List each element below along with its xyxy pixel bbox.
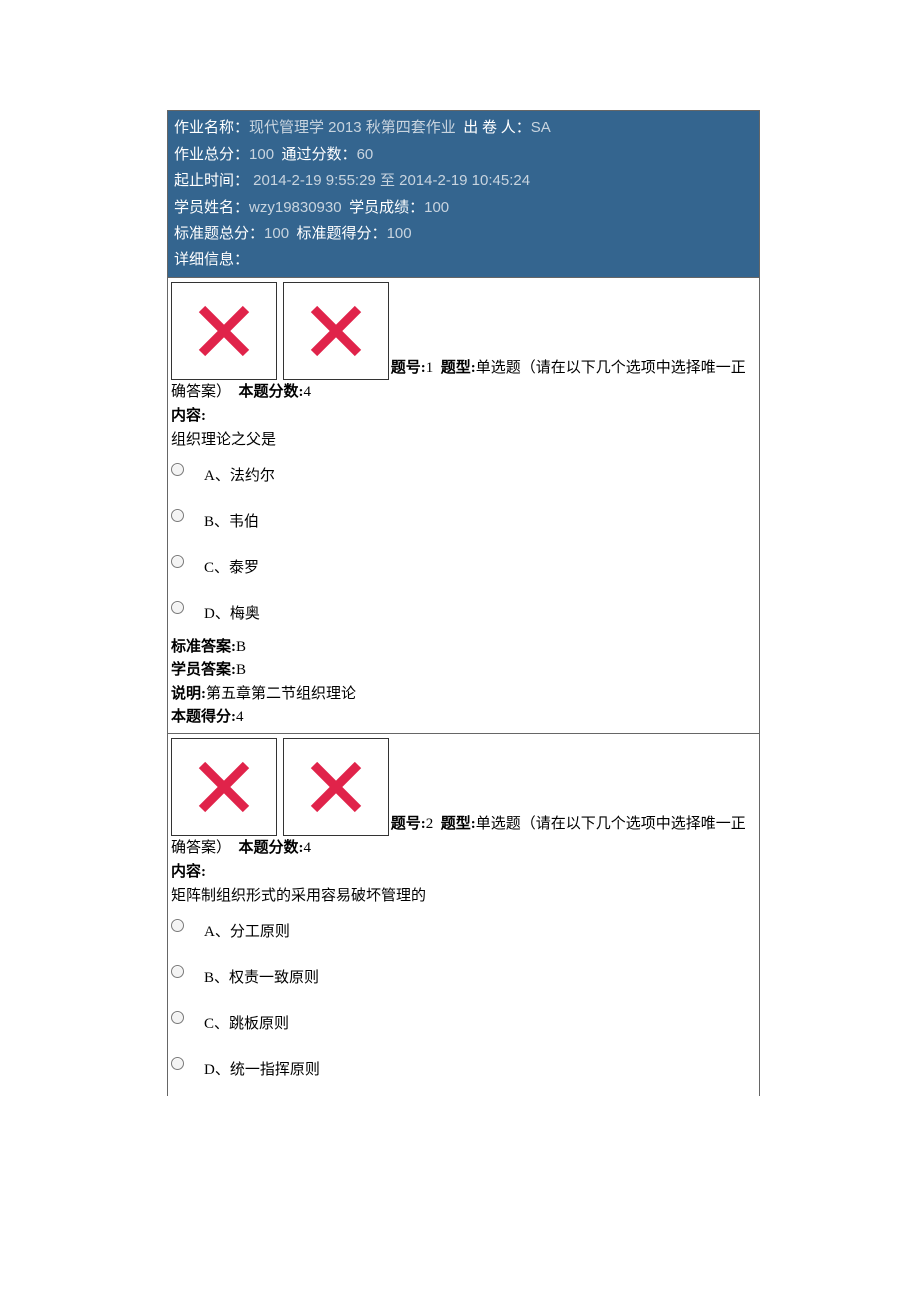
value-time: 2014-2-19 9:55:29 至 2014-2-19 10:45:24	[249, 172, 530, 189]
label-pass: 通过分数：	[282, 147, 357, 163]
q-num-value: 2	[426, 816, 434, 832]
q-score-value: 4	[304, 840, 312, 856]
content-frame: 作业名称：现代管理学 2013 秋第四套作业 出 卷 人：SA 作业总分：100…	[167, 110, 760, 1096]
q-score-label: 本题分数:	[239, 840, 304, 856]
label-std-score: 标准题得分：	[297, 226, 387, 242]
option-row: D、统一指挥原则	[171, 1054, 756, 1082]
broken-image-icon	[283, 282, 389, 380]
q-num-label: 题号:	[391, 816, 426, 832]
label-student: 学员姓名：	[174, 200, 249, 216]
option-row: C、泰罗	[171, 552, 756, 580]
stu-ans-value: B	[236, 662, 246, 678]
options: A、分工原则 B、权责一致原则 C、跳板原则 D、统一指挥原则	[171, 916, 756, 1082]
option-text: B、权责一致原则	[204, 962, 319, 990]
radio-icon[interactable]	[171, 555, 184, 568]
label-std-total: 标准题总分：	[174, 226, 264, 242]
explain-value: 第五章第二节组织理论	[206, 686, 356, 702]
q-score-value: 4	[304, 384, 312, 400]
option-row: B、权责一致原则	[171, 962, 756, 990]
option-row: D、梅奥	[171, 598, 756, 626]
broken-image-icon	[171, 738, 277, 836]
broken-image-icon	[171, 282, 277, 380]
std-ans-label: 标准答案:	[171, 639, 236, 655]
got-label: 本题得分:	[171, 709, 236, 725]
value-score: 100	[424, 199, 449, 216]
radio-icon[interactable]	[171, 1057, 184, 1070]
option-text: D、统一指挥原则	[204, 1054, 320, 1082]
q-type-label: 题型:	[441, 360, 476, 376]
radio-icon[interactable]	[171, 463, 184, 476]
q-num-label: 题号:	[391, 360, 426, 376]
q-num-value: 1	[426, 360, 434, 376]
radio-icon[interactable]	[171, 1011, 184, 1024]
content-text: 组织理论之父是	[171, 428, 756, 452]
explain-label: 说明:	[171, 686, 206, 702]
value-student: wzy19830930	[249, 199, 342, 216]
label-name: 作业名称：	[174, 120, 249, 136]
option-row: B、韦伯	[171, 506, 756, 534]
option-text: A、分工原则	[204, 916, 290, 944]
value-total: 100	[249, 146, 274, 163]
broken-image-icon	[283, 738, 389, 836]
radio-icon[interactable]	[171, 509, 184, 522]
content-text: 矩阵制组织形式的采用容易破坏管理的	[171, 884, 756, 908]
std-ans-value: B	[236, 639, 246, 655]
radio-icon[interactable]	[171, 965, 184, 978]
page: 作业名称：现代管理学 2013 秋第四套作业 出 卷 人：SA 作业总分：100…	[0, 0, 920, 1096]
question-block: 题号:1 题型:单选题（请在以下几个选项中选择唯一正确答案） 本题分数:4 内容…	[168, 277, 759, 733]
option-text: D、梅奥	[204, 598, 260, 626]
option-row: C、跳板原则	[171, 1008, 756, 1036]
radio-icon[interactable]	[171, 601, 184, 614]
content-label: 内容:	[171, 408, 206, 424]
stu-ans-label: 学员答案:	[171, 662, 236, 678]
option-row: A、法约尔	[171, 460, 756, 488]
option-text: B、韦伯	[204, 506, 259, 534]
content-label: 内容:	[171, 864, 206, 880]
label-total: 作业总分：	[174, 147, 249, 163]
q-type-label: 题型:	[441, 816, 476, 832]
options: A、法约尔 B、韦伯 C、泰罗 D、梅奥	[171, 460, 756, 626]
option-text: C、泰罗	[204, 552, 259, 580]
value-std-score: 100	[387, 225, 412, 242]
value-name: 现代管理学 2013 秋第四套作业	[249, 119, 456, 136]
label-time: 起止时间：	[174, 173, 249, 189]
label-score: 学员成绩：	[349, 200, 424, 216]
option-text: C、跳板原则	[204, 1008, 289, 1036]
q-score-label: 本题分数:	[239, 384, 304, 400]
label-author: 出 卷 人：	[463, 120, 531, 136]
value-pass: 60	[357, 146, 374, 163]
option-row: A、分工原则	[171, 916, 756, 944]
question-block: 题号:2 题型:单选题（请在以下几个选项中选择唯一正确答案） 本题分数:4 内容…	[168, 733, 759, 1096]
label-detail: 详细信息：	[174, 252, 249, 268]
value-author: SA	[531, 119, 551, 136]
value-std-total: 100	[264, 225, 289, 242]
option-text: A、法约尔	[204, 460, 275, 488]
got-value: 4	[236, 709, 244, 725]
assignment-header: 作业名称：现代管理学 2013 秋第四套作业 出 卷 人：SA 作业总分：100…	[168, 111, 759, 277]
radio-icon[interactable]	[171, 919, 184, 932]
